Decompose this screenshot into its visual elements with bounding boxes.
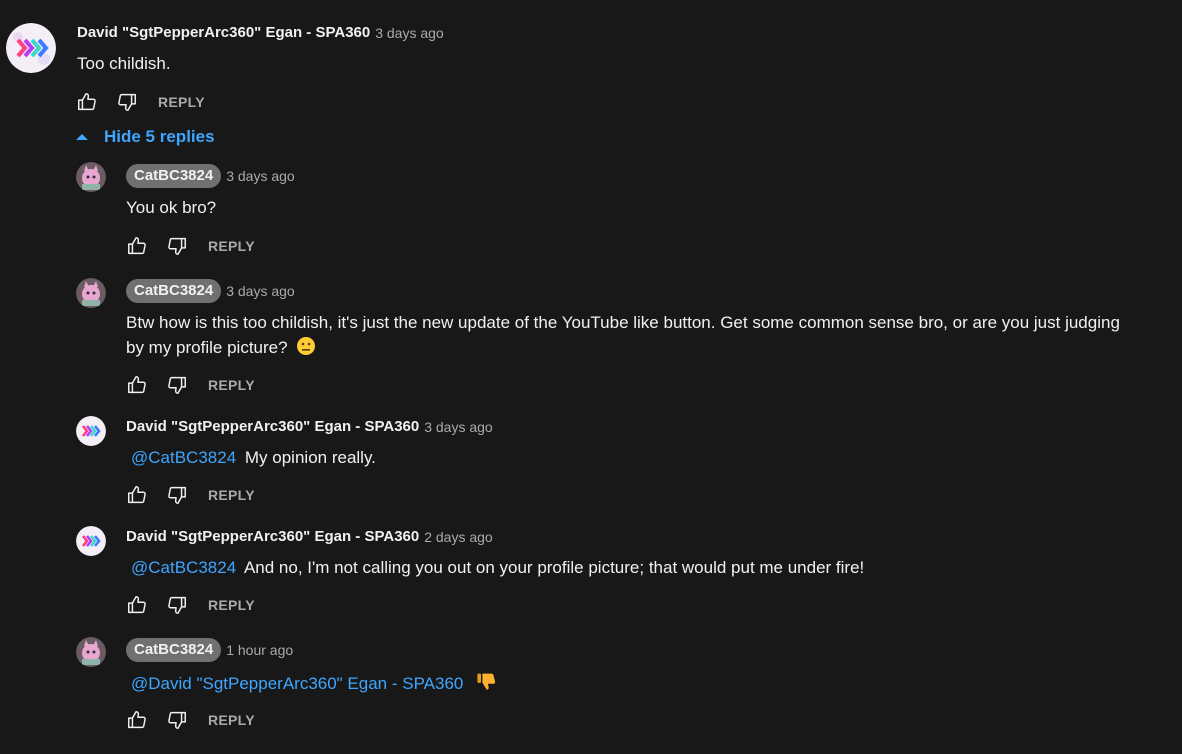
comment-timestamp[interactable]: 3 days ago xyxy=(375,25,444,41)
comment-text: by my profile picture? xyxy=(126,338,288,357)
dislike-icon[interactable] xyxy=(166,594,188,616)
dislike-icon[interactable] xyxy=(166,374,188,396)
comment-text-row: @David "SgtPepperArc360" Egan - SPA360 xyxy=(126,670,498,699)
like-icon[interactable] xyxy=(126,594,148,616)
comment-text: My opinion really. xyxy=(244,448,376,467)
comment-author[interactable]: CatBC3824 xyxy=(126,164,222,188)
comment-timestamp[interactable]: 3 days ago xyxy=(424,419,493,435)
like-icon[interactable] xyxy=(126,235,148,257)
dislike-icon[interactable] xyxy=(116,91,138,113)
comment-text-row: @CatBC3824 My opinion really. xyxy=(126,445,376,470)
cat-avatar-icon xyxy=(76,637,106,667)
arrows-avatar-icon xyxy=(6,23,56,73)
reply-button[interactable]: REPLY xyxy=(208,377,255,393)
avatar[interactable] xyxy=(76,278,106,308)
comment-author[interactable]: CatBC3824 xyxy=(126,279,222,303)
comment-timestamp[interactable]: 3 days ago xyxy=(226,168,295,184)
comment-timestamp[interactable]: 3 days ago xyxy=(226,283,295,299)
reply-button[interactable]: REPLY xyxy=(208,238,255,254)
hide-replies-button[interactable]: Hide 5 replies xyxy=(74,127,215,147)
mention-link[interactable]: @CatBC3824 xyxy=(131,558,236,577)
reply-button[interactable]: REPLY xyxy=(208,597,255,613)
like-icon[interactable] xyxy=(126,374,148,396)
comment-author[interactable]: CatBC3824 xyxy=(126,638,222,662)
mention-link[interactable]: @David "SgtPepperArc360" Egan - SPA360 xyxy=(131,674,463,693)
comment-actions: REPLY xyxy=(126,483,255,507)
comment-text: And no, I'm not calling you out on your … xyxy=(243,558,865,577)
comment-text-row: @CatBC3824 And no, I'm not calling you o… xyxy=(126,555,864,580)
arrows-avatar-icon xyxy=(76,416,106,446)
comment-text-line-1: Btw how is this too childish, it's just … xyxy=(126,313,1120,332)
dislike-icon[interactable] xyxy=(166,484,188,506)
comment-actions: REPLY xyxy=(126,234,255,258)
thumbs-down-emoji-icon xyxy=(476,670,498,699)
avatar[interactable] xyxy=(6,23,56,73)
reply-button[interactable]: REPLY xyxy=(208,712,255,728)
comment-text: Too childish. xyxy=(77,54,171,73)
like-icon[interactable] xyxy=(126,709,148,731)
comment-actions: REPLY xyxy=(126,373,255,397)
comment-author[interactable]: David "SgtPepperArc360" Egan - SPA360 xyxy=(126,418,419,435)
dislike-icon[interactable] xyxy=(166,709,188,731)
arrows-avatar-icon xyxy=(76,526,106,556)
avatar[interactable] xyxy=(76,526,106,556)
like-icon[interactable] xyxy=(126,484,148,506)
comment-text-line-2: by my profile picture? xyxy=(126,335,316,363)
reply-button[interactable]: REPLY xyxy=(158,94,205,110)
caret-up-icon xyxy=(76,134,88,140)
avatar[interactable] xyxy=(76,162,106,192)
cat-avatar-icon xyxy=(76,162,106,192)
comment-timestamp[interactable]: 2 days ago xyxy=(424,529,493,545)
mention-link[interactable]: @CatBC3824 xyxy=(131,448,236,467)
avatar[interactable] xyxy=(76,416,106,446)
comment-actions: REPLY xyxy=(126,708,255,732)
comment-author[interactable]: David "SgtPepperArc360" Egan - SPA360 xyxy=(77,24,370,41)
hide-replies-label: Hide 5 replies xyxy=(104,127,215,146)
cat-avatar-icon xyxy=(76,278,106,308)
comment-timestamp[interactable]: 1 hour ago xyxy=(226,642,293,658)
dislike-icon[interactable] xyxy=(166,235,188,257)
comment-text: You ok bro? xyxy=(126,198,217,217)
comment-author[interactable]: David "SgtPepperArc360" Egan - SPA360 xyxy=(126,528,419,545)
like-icon[interactable] xyxy=(76,91,98,113)
comments-section: David "SgtPepperArc360" Egan - SPA360 3 … xyxy=(0,0,1182,754)
comment-actions: REPLY xyxy=(76,90,205,114)
neutral-face-emoji-icon xyxy=(296,336,316,363)
avatar[interactable] xyxy=(76,637,106,667)
reply-button[interactable]: REPLY xyxy=(208,487,255,503)
comment-actions: REPLY xyxy=(126,593,255,617)
